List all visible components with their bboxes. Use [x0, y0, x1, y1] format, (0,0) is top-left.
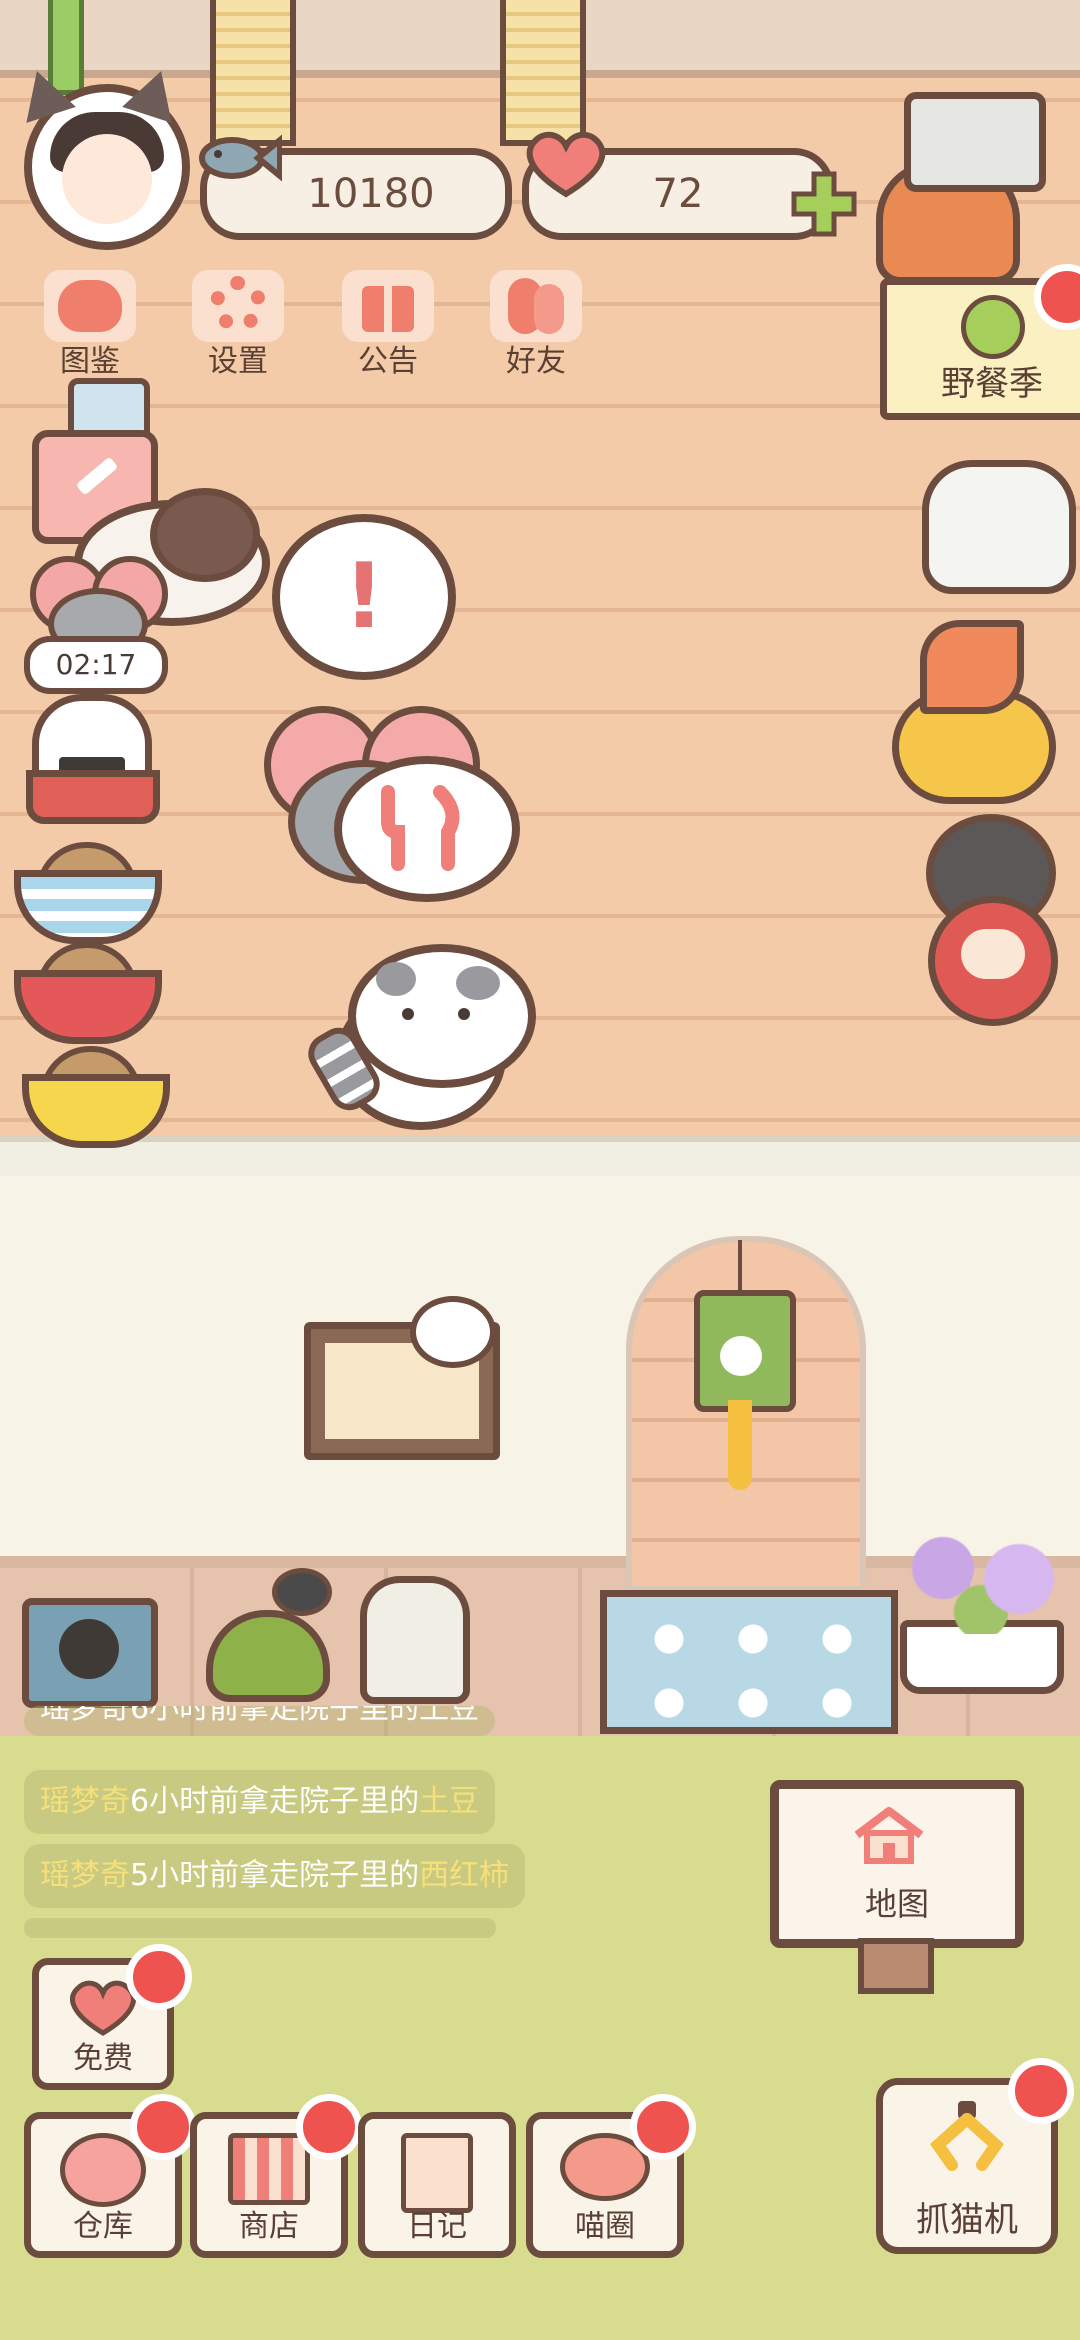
menu-label: 好友 [506, 344, 566, 379]
charm-tassel [728, 1400, 752, 1490]
chat-item: 西红柿 [419, 1858, 510, 1893]
exclamation-bubble[interactable]: ! [272, 514, 456, 680]
exclamation-icon: ! [343, 544, 385, 649]
fish-count: 10180 [307, 171, 435, 217]
diary-label: 日记 [407, 2209, 467, 2244]
chat-user-name: 瑶梦奇 [40, 1784, 130, 1819]
gray-white-cat-head [348, 944, 536, 1088]
onigiri-tray [26, 770, 160, 824]
lantern-decoration [360, 1576, 470, 1704]
diary-button[interactable]: 日记 [358, 2112, 516, 2258]
menu-announcement-button[interactable]: 公告 [326, 270, 450, 380]
house-icon [854, 1807, 924, 1864]
menu-encyclopedia-button[interactable]: 图鉴 [28, 270, 152, 380]
menu-settings-button[interactable]: 设置 [176, 270, 300, 380]
cat-head-icon [44, 270, 136, 342]
gift-icon [342, 270, 434, 342]
trash-can-decoration [904, 92, 1046, 192]
daruma-red [928, 896, 1058, 1026]
apple-icon [961, 295, 1025, 359]
scratching-post-1[interactable] [210, 0, 296, 146]
menu-label: 图鉴 [60, 344, 120, 379]
chat-message-1: 瑶梦奇6小时前拿走院子里的土豆 [24, 1770, 496, 1834]
menu-friends-button[interactable]: 好友 [474, 270, 598, 380]
event-label: 野餐季 [941, 364, 1043, 404]
storage-label: 仓库 [73, 2209, 133, 2244]
heart-icon [526, 131, 606, 198]
chat-partial-text: 瑶梦奇6小时前拿走院子里的土豆 [40, 1706, 480, 1726]
friends-icon [490, 270, 582, 342]
record-player-decoration[interactable] [22, 1598, 158, 1708]
scratching-post-2[interactable] [500, 0, 586, 146]
chat-user-name: 瑶梦奇 [40, 1858, 130, 1893]
free-notification-dot [126, 1944, 192, 2010]
leaf-decoration [920, 620, 1024, 714]
map-sign-post [858, 1938, 934, 1994]
fish-icon [199, 134, 282, 182]
rice-cooker-decoration [922, 460, 1076, 594]
heart-count: 72 [652, 171, 704, 217]
charm-string [738, 1240, 742, 1290]
shop-label: 商店 [239, 2209, 299, 2244]
claw-icon [930, 2101, 1004, 2171]
avatar-face [62, 134, 152, 224]
fork-knife-icon [381, 785, 460, 871]
cat-circle-notification-dot [630, 2094, 696, 2160]
map-label: 地图 [864, 1885, 929, 1923]
claw-machine-label: 抓猫机 [916, 2200, 1018, 2240]
lower-wall [0, 1176, 1080, 1560]
polka-dot-rug [600, 1590, 898, 1734]
storage-icon [60, 2133, 146, 2207]
chat-message-partial: 瑶梦奇6小时前拿走院子里的土豆 [24, 1706, 496, 1736]
chat-item: 土豆 [419, 1784, 480, 1819]
chat-message-empty [24, 1918, 496, 1938]
panda-head-decoration [410, 1296, 496, 1368]
black-cat-peek [272, 1568, 332, 1616]
chat-text: 5小时前拿走院子里的 [130, 1858, 420, 1893]
storage-notification-dot [130, 2094, 196, 2160]
shop-notification-dot [296, 2094, 362, 2160]
menu-label: 公告 [358, 344, 418, 379]
chat-text: 6小时前拿走院子里的 [130, 1784, 420, 1819]
add-hearts-plus-icon[interactable] [790, 170, 858, 238]
cat-circle-label: 喵圈 [575, 2209, 635, 2244]
shop-icon [228, 2133, 310, 2205]
brown-cat-head [150, 488, 260, 582]
mouse-timer: 02:17 [24, 636, 168, 694]
hydrangea-flowers [886, 1524, 1076, 1634]
menu-label: 设置 [208, 344, 268, 379]
free-label: 免费 [73, 2041, 133, 2076]
map-button[interactable]: 地图 [770, 1780, 1024, 1948]
chat-message-2: 瑶梦奇5小时前拿走院子里的西红柿 [24, 1844, 526, 1908]
food-request-bubble[interactable] [334, 756, 520, 902]
claw-notification-dot [1008, 2058, 1074, 2124]
frog-charm-decoration[interactable] [694, 1290, 796, 1412]
gear-icon [192, 270, 284, 342]
pencil-icon [75, 456, 119, 496]
